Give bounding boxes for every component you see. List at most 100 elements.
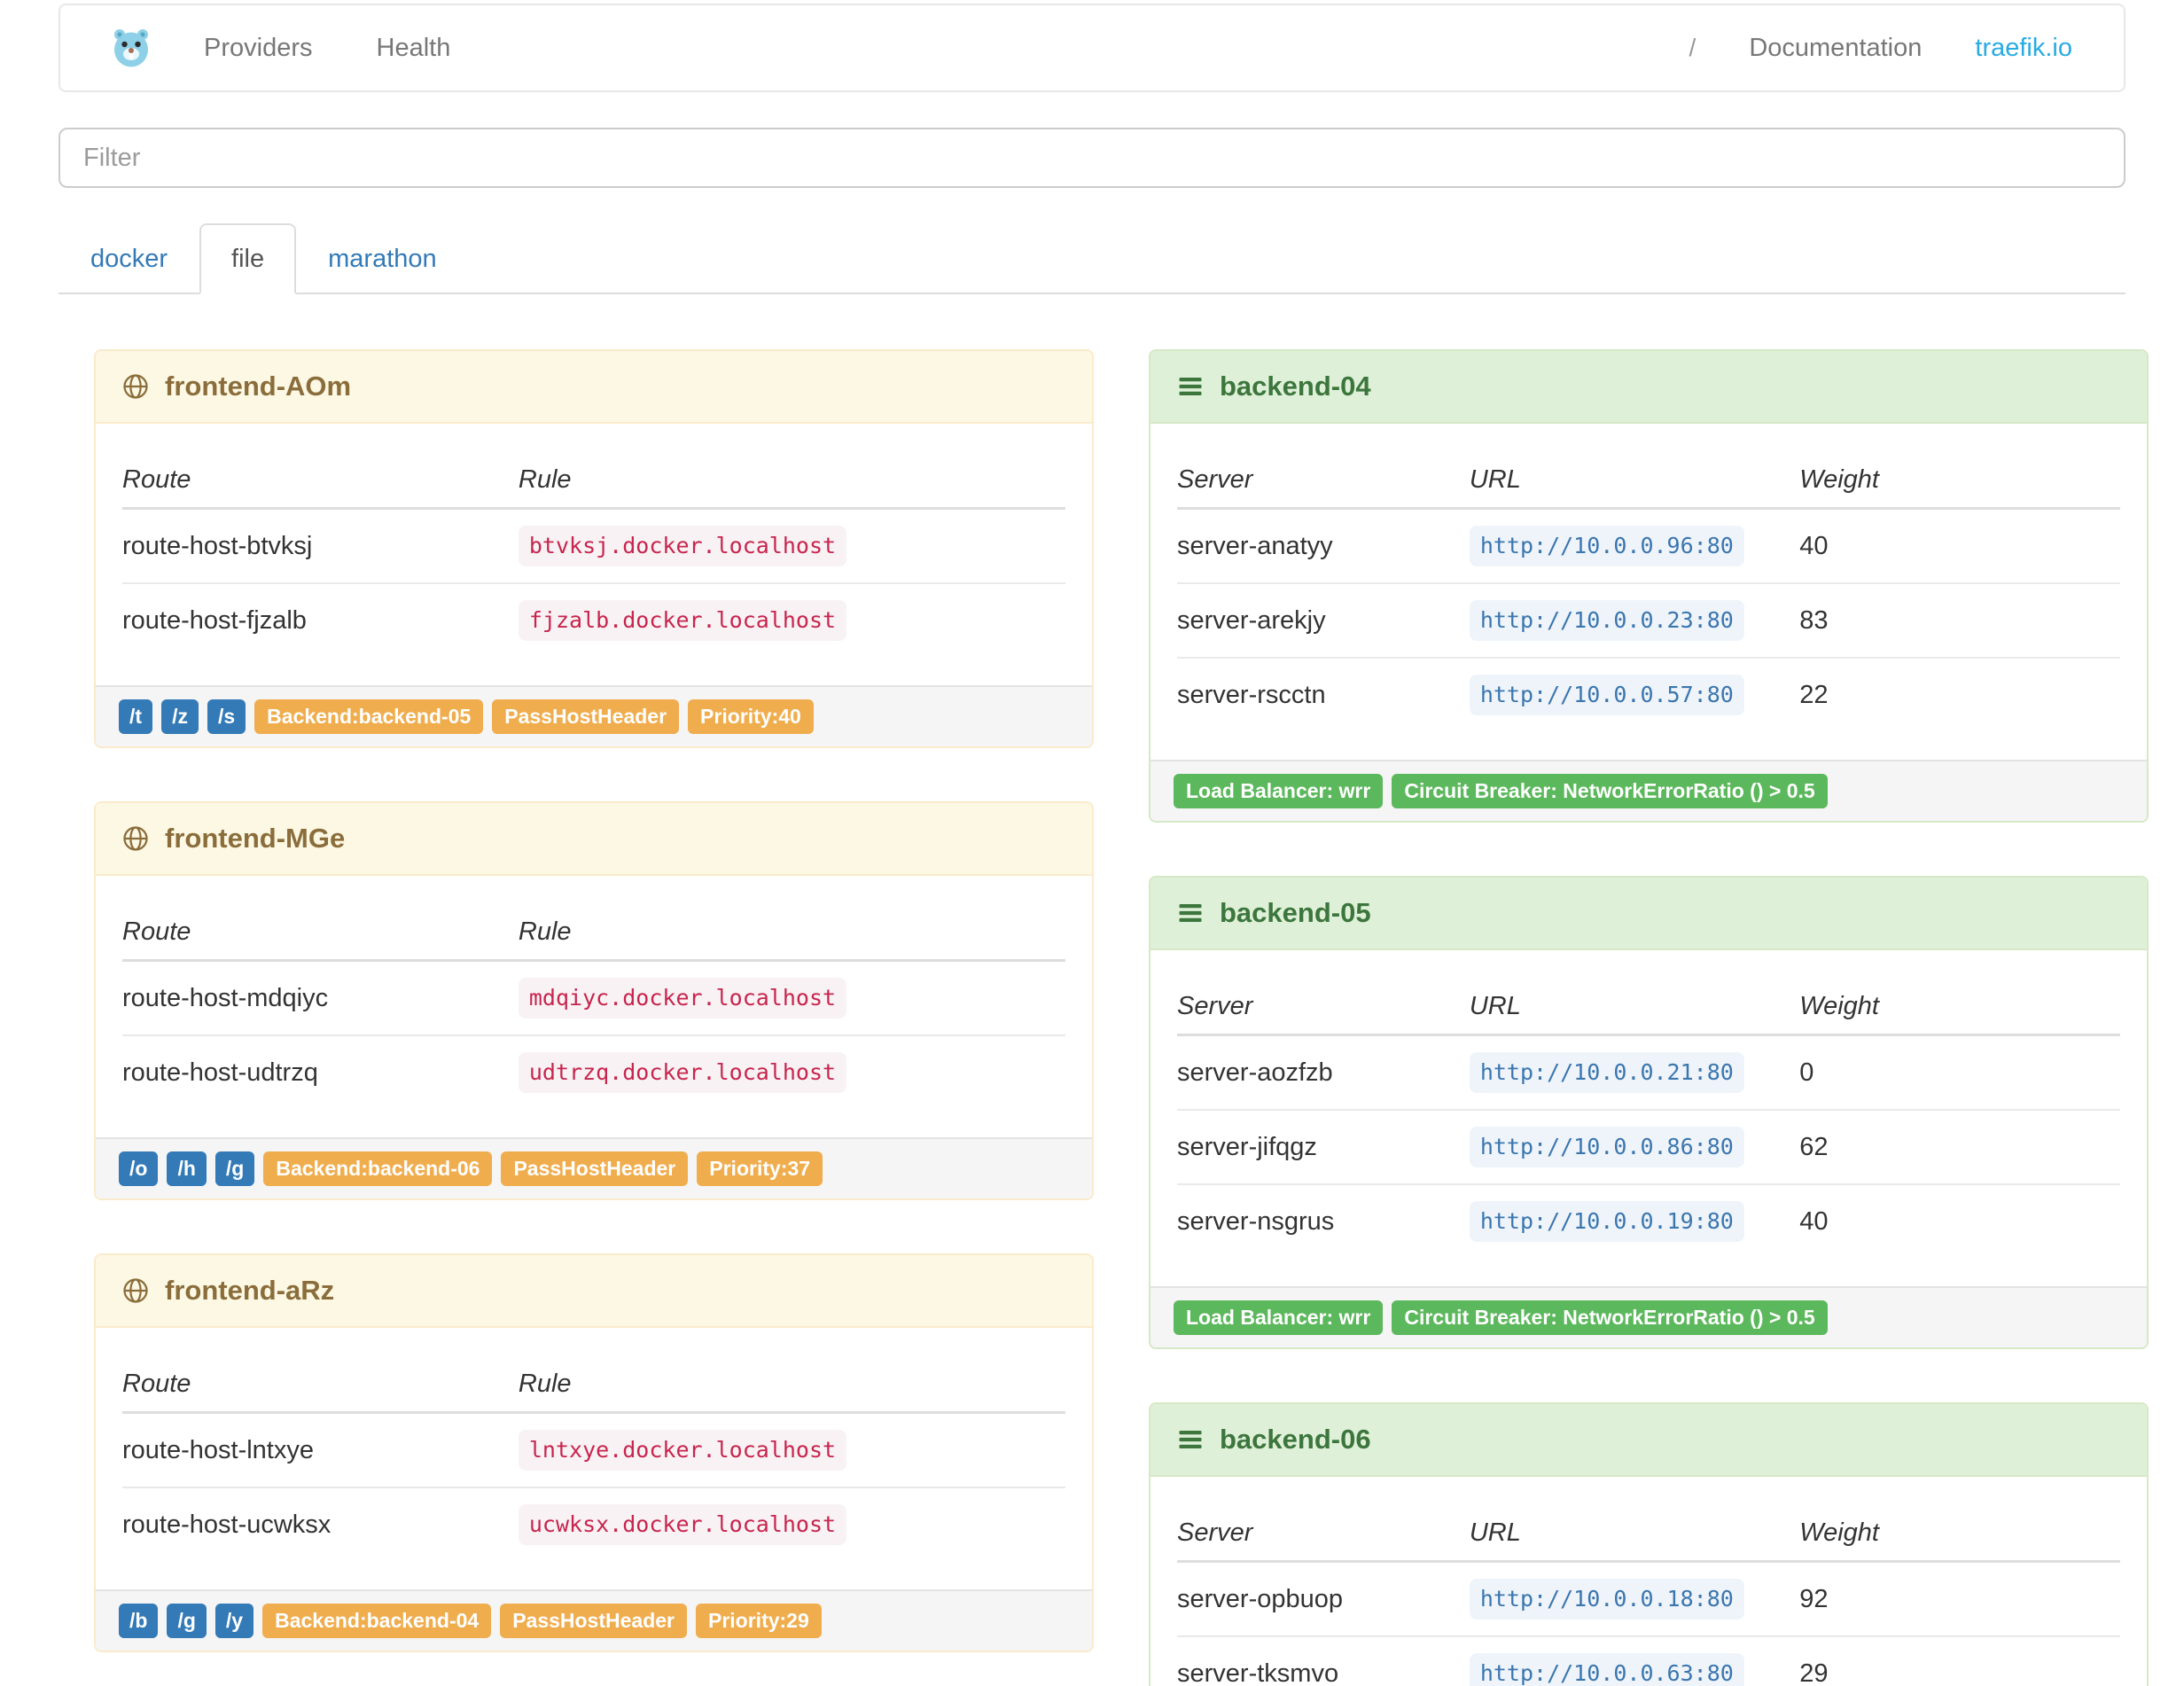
routes-header-rule: Rule [518,904,1065,962]
route-rule: ucwksx.docker.localhost [518,1504,847,1545]
server-weight: 62 [1799,1109,2120,1184]
servers-header-server: Server [1177,452,1470,510]
nav-link-providers[interactable]: Providers [204,34,313,63]
filter-bar [58,128,2126,188]
backend-panel-heading: backend-06 [1150,1404,2147,1477]
servers-header-url: URL [1469,979,1800,1036]
server-url: http://10.0.0.86:80 [1469,1127,1744,1167]
server-url: http://10.0.0.63:80 [1469,1653,1744,1686]
server-row: server-tksmvo http://10.0.0.63:80 29 [1177,1635,2120,1686]
frontend-panel-heading: frontend-aRz [96,1255,1092,1328]
frontend-title: frontend-aRz [165,1275,335,1306]
server-list-icon [1177,900,1204,926]
priority-badge: Priority:37 [697,1151,823,1186]
server-weight: 83 [1799,582,2120,658]
nav-link-documentation[interactable]: Documentation [1749,34,1922,63]
route-row: route-host-fjzalb fjzalb.docker.localhos… [122,582,1065,657]
path-badge: /y [214,1604,254,1638]
backend-title: backend-05 [1220,897,1371,928]
server-name: server-nsgrus [1177,1183,1470,1258]
load-balancer-badge: Load Balancer: wrr [1174,774,1384,808]
priority-badge: Priority:29 [696,1604,822,1638]
routes-header-route: Route [122,452,519,510]
frontend-title: frontend-AOm [165,371,352,402]
backend-panel-footer: Load Balancer: wrr Circuit Breaker: Netw… [1150,1286,2147,1347]
priority-badge: Priority:40 [688,699,814,734]
globe-icon [122,825,149,852]
path-badge: /g [167,1604,207,1638]
routes-header-rule: Rule [518,1356,1065,1414]
backend-panel-heading: backend-05 [1150,878,2147,950]
server-weight: 40 [1799,532,1829,560]
server-row: server-arekjy http://10.0.0.23:80 83 [1177,582,2120,658]
globe-icon [122,1277,149,1304]
pass-host-header-badge: PassHostHeader [501,1151,689,1186]
route-row: route-host-lntxye lntxye.docker.localhos… [122,1413,1065,1488]
server-weight: 0 [1799,1058,1814,1087]
server-row: server-aozfzb http://10.0.0.21:80 0 [1177,1035,2120,1111]
server-weight: 40 [1799,1183,2120,1258]
server-row: server-jifqgz http://10.0.0.86:80 62 [1177,1109,2120,1184]
backend-ref-badge: Backend:backend-04 [262,1604,492,1638]
server-name: server-anatyy [1177,532,1333,560]
route-row: route-host-ucwksx ucwksx.docker.localhos… [122,1487,1065,1561]
server-url: http://10.0.0.57:80 [1469,675,1744,715]
server-url: http://10.0.0.21:80 [1469,1052,1744,1093]
route-rule: fjzalb.docker.localhost [518,600,847,641]
pass-host-header-badge: PassHostHeader [492,699,680,734]
route-row: route-host-btvksj btvksj.docker.localhos… [122,509,1065,584]
filter-input[interactable] [58,128,2126,188]
backends-column: backend-04 Server URL Weight server-anat… [1149,349,2149,1686]
tab-file[interactable]: file [199,223,297,294]
server-row: server-nsgrus http://10.0.0.19:80 40 [1177,1183,2120,1258]
frontend-panel-body: Route Rule route-host-mdqiyc mdqiyc.dock… [96,876,1092,1137]
load-balancer-badge: Load Balancer: wrr [1174,1300,1384,1335]
traefik-logo[interactable] [110,27,152,69]
routes-header-route: Route [122,1356,519,1414]
servers-header-url: URL [1469,1505,1800,1563]
route-name: route-host-btvksj [122,532,313,560]
frontend-panel-body: Route Rule route-host-btvksj btvksj.dock… [96,424,1092,685]
path-badge: /o [119,1151,159,1186]
backend-panel: backend-06 Server URL Weight server-opbu… [1149,1402,2149,1686]
server-weight: 22 [1799,657,2120,731]
servers-table: Server URL Weight server-aozfzb http://1… [1177,979,2120,1258]
backend-panel-body: Server URL Weight server-aozfzb http://1… [1150,950,2147,1286]
server-list-icon [1177,373,1204,400]
frontend-panel-footer: /b /g /y Backend:backend-04 PassHostHead… [96,1589,1092,1651]
server-row: server-anatyy http://10.0.0.96:80 40 [1177,509,2120,584]
frontend-panel-footer: /t /z /s Backend:backend-05 PassHostHead… [96,685,1092,746]
nav-link-health[interactable]: Health [377,34,451,63]
frontend-panel-heading: frontend-MGe [96,803,1092,876]
servers-header-server: Server [1177,979,1470,1036]
frontend-panel: frontend-AOm Route Rule route-host-btvks… [94,349,1094,748]
tab-marathon[interactable]: marathon [296,223,469,294]
frontend-panel-footer: /o /h /g Backend:backend-06 PassHostHead… [96,1137,1092,1198]
path-badge: /s [207,699,246,734]
server-name: server-jifqgz [1177,1109,1470,1184]
route-name: route-host-lntxye [122,1436,314,1464]
route-name: route-host-fjzalb [122,582,519,657]
server-url: http://10.0.0.19:80 [1469,1201,1744,1242]
nav-link-traefik-io[interactable]: traefik.io [1975,34,2072,63]
server-row: server-opbuop http://10.0.0.18:80 92 [1177,1562,2120,1637]
route-rule: udtrzq.docker.localhost [518,1052,847,1093]
path-badge: /b [119,1604,159,1638]
frontend-panel: frontend-MGe Route Rule route-host-mdqiy… [94,801,1094,1200]
route-rule: mdqiyc.docker.localhost [518,978,847,1019]
server-weight: 92 [1799,1585,1829,1613]
backend-panel-body: Server URL Weight server-opbuop http://1… [1150,1477,2147,1686]
frontend-title: frontend-MGe [165,823,346,854]
globe-icon [122,373,149,400]
backend-ref-badge: Backend:backend-06 [263,1151,493,1186]
navbar: Providers Health / Documentation traefik… [58,4,2126,92]
backend-title: backend-06 [1220,1424,1371,1455]
nav-separator: / [1689,34,1696,61]
server-url: http://10.0.0.96:80 [1469,526,1744,566]
backend-panel-footer: Load Balancer: wrr Circuit Breaker: Netw… [1150,760,2147,821]
tab-docker[interactable]: docker [58,223,199,294]
backend-panel: backend-04 Server URL Weight server-anat… [1149,349,2149,823]
provider-tabs: docker file marathon [58,223,2126,294]
servers-header-weight: Weight [1799,452,2120,510]
servers-header-url: URL [1469,452,1800,510]
